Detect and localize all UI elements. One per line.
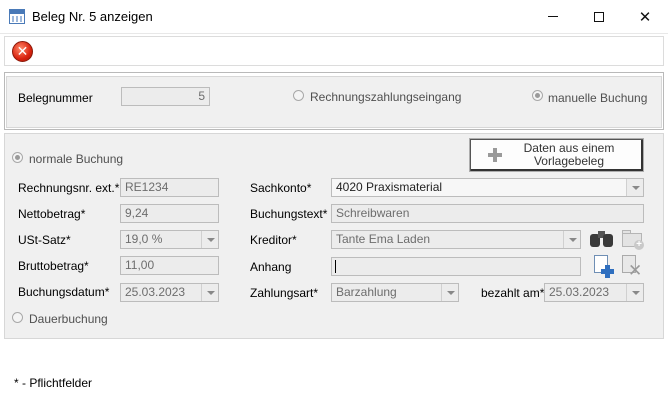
kreditor-select[interactable]: Tante Ema Laden <box>331 230 581 249</box>
bezahlt-am-value: 25.03.2023 <box>549 285 610 299</box>
minimize-icon <box>548 16 558 17</box>
ust-satz-label: USt-Satz* <box>18 233 71 247</box>
maximize-icon <box>594 11 604 22</box>
close-icon: ✕ <box>638 8 652 26</box>
pflichtfelder-note: * - Pflichtfelder <box>14 376 93 390</box>
minimize-button[interactable] <box>530 0 576 33</box>
calendar-app-icon <box>9 9 25 24</box>
close-document-icon[interactable]: ✕ <box>12 41 33 62</box>
maximize-button[interactable] <box>576 0 622 33</box>
delete-document-icon[interactable]: ✕ <box>620 255 644 279</box>
plus-icon <box>488 148 502 162</box>
bruttobetrag-field[interactable]: 11,00 <box>120 256 219 275</box>
zahlungsart-value: Barzahlung <box>336 285 397 299</box>
text-cursor <box>335 260 336 273</box>
window-close-button[interactable]: ✕ <box>622 0 668 33</box>
chevron-down-icon[interactable] <box>626 284 643 301</box>
window-title: Beleg Nr. 5 anzeigen <box>32 9 153 24</box>
ust-satz-value: 19,0 % <box>125 232 163 246</box>
vorlagebeleg-button[interactable]: Daten aus einem Vorlagebeleg <box>469 138 644 172</box>
belegnummer-field[interactable]: 5 <box>121 87 210 106</box>
anhang-field[interactable] <box>331 257 581 276</box>
bezahlt-am-picker[interactable]: 25.03.2023 <box>544 283 644 302</box>
rechnungsnr-label: Rechnungsnr. ext.* <box>18 181 120 195</box>
vorlagebeleg-button-label: Daten aus einem Vorlagebeleg <box>523 141 615 168</box>
anhang-label: Anhang <box>250 260 292 274</box>
bezahlt-am-label: bezahlt am* <box>481 286 545 300</box>
belegnummer-label: Belegnummer <box>18 91 93 105</box>
buchungsdatum-label: Buchungsdatum* <box>18 285 110 299</box>
buchungstext-field[interactable]: Schreibwaren <box>331 204 644 223</box>
sachkonto-label: Sachkonto* <box>250 181 312 195</box>
zahlungsart-label: Zahlungsart* <box>250 286 319 300</box>
radio-rechnungszahlungseingang-label: Rechnungszahlungseingang <box>310 90 462 104</box>
chevron-down-icon[interactable] <box>626 179 643 196</box>
radio-manuelle-buchung-label: manuelle Buchung <box>548 91 648 105</box>
chevron-down-icon[interactable] <box>201 284 218 301</box>
chevron-down-icon[interactable] <box>201 231 218 248</box>
radio-normale-buchung-label: normale Buchung <box>29 152 124 166</box>
buchungstext-label: Buchungstext* <box>250 207 328 221</box>
zahlungsart-select[interactable]: Barzahlung <box>331 283 459 302</box>
sachkonto-value: 4020 Praxismaterial <box>336 180 443 194</box>
bruttobetrag-label: Bruttobetrag* <box>18 259 89 273</box>
radio-manuelle-buchung[interactable] <box>532 90 543 101</box>
chevron-down-icon[interactable] <box>563 231 580 248</box>
kreditor-value: Tante Ema Laden <box>336 232 431 246</box>
buchungsdatum-value: 25.03.2023 <box>125 285 186 299</box>
rechnungsnr-field[interactable]: RE1234 <box>120 178 219 197</box>
add-document-icon[interactable] <box>593 255 615 279</box>
chevron-down-icon[interactable] <box>441 284 458 301</box>
nettobetrag-label: Nettobetrag* <box>18 207 86 221</box>
kreditor-label: Kreditor* <box>250 233 297 247</box>
radio-dauerbuchung-label: Dauerbuchung <box>29 312 108 326</box>
title-bar: Beleg Nr. 5 anzeigen ✕ <box>0 0 668 34</box>
radio-rechnungszahlungseingang[interactable] <box>293 90 304 101</box>
buchungsdatum-picker[interactable]: 25.03.2023 <box>120 283 219 302</box>
ust-satz-select[interactable]: 19,0 % <box>120 230 219 249</box>
toolbar: ✕ <box>4 36 664 66</box>
binoculars-icon[interactable] <box>590 228 614 248</box>
nettobetrag-field[interactable]: 9,24 <box>120 204 219 223</box>
sachkonto-select[interactable]: 4020 Praxismaterial <box>331 178 644 197</box>
radio-dauerbuchung[interactable] <box>12 312 23 323</box>
add-folder-icon[interactable]: + <box>622 229 644 250</box>
radio-normale-buchung[interactable] <box>12 152 23 163</box>
